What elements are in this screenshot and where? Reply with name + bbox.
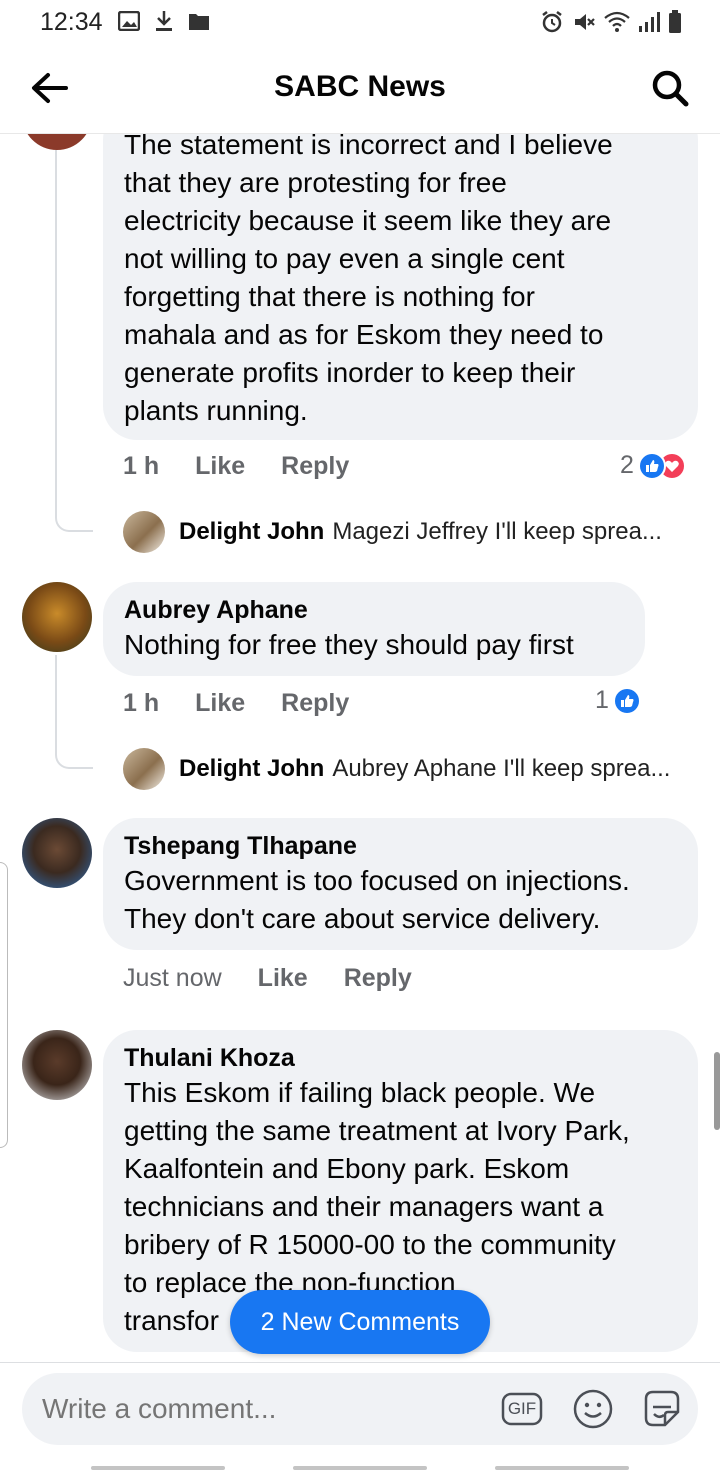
comment-line: mahala and as for Eskom they need to <box>124 319 604 350</box>
scroll-indicator <box>0 862 8 1148</box>
comment-line: getting the same treatment at Ivory Park… <box>124 1115 630 1146</box>
comment-meta: 1 h Like Reply <box>123 452 349 481</box>
comment-time[interactable]: Just now <box>123 964 222 993</box>
sticker-button[interactable] <box>640 1387 684 1431</box>
emoji-button[interactable] <box>571 1387 615 1431</box>
nav-back-button[interactable] <box>495 1466 629 1470</box>
reply-button[interactable]: Reply <box>281 452 349 481</box>
comment-time[interactable]: 1 h <box>123 689 159 718</box>
thread-elbow <box>55 510 93 532</box>
comment-line: that they are protesting for free <box>124 167 507 198</box>
like-button[interactable]: Like <box>258 964 308 993</box>
page-title: SABC News <box>274 70 446 103</box>
search-icon <box>652 70 689 107</box>
comment-text: Nothing for free they should pay first <box>124 626 625 664</box>
like-button[interactable]: Like <box>195 689 245 718</box>
reaction-summary[interactable]: 1 <box>595 686 641 715</box>
like-reaction-icon <box>637 451 666 480</box>
reply-snippet: Magezi Jeffrey I'll keep sprea... <box>332 518 662 545</box>
folder-icon <box>189 14 209 30</box>
comment-line: plants running. <box>124 395 308 426</box>
avatar <box>123 511 165 553</box>
reaction-count: 1 <box>595 686 609 714</box>
signal-icon <box>639 12 660 32</box>
download-icon <box>156 11 172 31</box>
nav-recents-button[interactable] <box>91 1466 225 1470</box>
comment-line: electricity because it seem like they ar… <box>124 205 612 236</box>
image-icon <box>118 11 140 31</box>
wifi-icon <box>604 11 630 32</box>
comment-bubble[interactable]: The statement is incorrect and I believe… <box>103 106 698 440</box>
comment-line: bribery of R 15000-00 to the community <box>124 1229 616 1260</box>
nav-home-button[interactable] <box>293 1466 427 1470</box>
comment-input[interactable] <box>42 1373 482 1445</box>
comment-text: Government is too focused on injections.… <box>124 862 678 938</box>
status-bar: 12:34 <box>0 0 720 44</box>
reply-preview[interactable]: Delight John Magezi Jeffrey I'll keep sp… <box>123 511 662 553</box>
comment-line: Kaalfontein and Ebony park. Eskom <box>124 1153 570 1184</box>
avatar <box>123 748 165 790</box>
avatar[interactable] <box>22 582 92 652</box>
reply-preview[interactable]: Delight John Aubrey Aphane I'll keep spr… <box>123 748 670 790</box>
thread-elbow <box>55 747 93 769</box>
avatar[interactable] <box>22 1030 92 1100</box>
reply-button[interactable]: Reply <box>344 964 412 993</box>
status-left-icons <box>118 10 210 32</box>
comment-composer-bar: GIF <box>0 1362 720 1456</box>
comment-text: The statement is incorrect and I believe… <box>124 126 678 430</box>
app-header: SABC News <box>0 44 720 134</box>
comment-meta: Just now Like Reply <box>123 964 412 993</box>
comment-author[interactable]: Aubrey Aphane <box>124 594 625 626</box>
reply-author: Delight John <box>179 518 325 545</box>
thread-line <box>55 655 57 747</box>
comment-bubble[interactable]: Tshepang Tlhapane Government is too focu… <box>103 818 698 950</box>
gif-label: GIF <box>507 1399 537 1418</box>
avatar[interactable] <box>22 818 92 888</box>
reaction-count: 2 <box>620 451 634 479</box>
new-comments-button[interactable]: 2 New Comments <box>230 1290 490 1354</box>
reaction-summary[interactable]: 2 <box>620 451 686 480</box>
alarm-icon <box>542 11 562 33</box>
status-time: 12:34 <box>40 8 103 36</box>
reply-author: Delight John <box>179 755 325 782</box>
comment-line: forgetting that there is nothing for <box>124 281 535 312</box>
gif-button[interactable]: GIF <box>500 1387 544 1431</box>
like-reaction-icon <box>612 686 641 715</box>
smiley-icon <box>573 1389 613 1429</box>
comment-author[interactable]: Thulani Khoza <box>124 1042 678 1074</box>
sticker-icon <box>644 1390 680 1427</box>
comment-line: They don't care about service delivery. <box>124 903 601 934</box>
system-nav-bar <box>0 1456 720 1480</box>
reply-snippet: Aubrey Aphane I'll keep sprea... <box>332 755 671 782</box>
status-right-icons <box>540 10 682 34</box>
comment-author[interactable]: Tshepang Tlhapane <box>124 830 678 862</box>
thread-line <box>55 150 57 510</box>
like-button[interactable]: Like <box>195 452 245 481</box>
battery-icon <box>669 10 681 33</box>
comment-line: generate profits inorder to keep their <box>124 357 576 388</box>
comment-line: not willing to pay even a single cent <box>124 243 565 274</box>
mute-icon <box>575 14 595 30</box>
comment-meta: 1 h Like Reply <box>123 689 349 718</box>
comment-line: Nothing for free they should pay first <box>124 629 574 660</box>
comment-bubble[interactable]: Aubrey Aphane Nothing for free they shou… <box>103 582 645 676</box>
comment-line: technicians and their managers want a <box>124 1191 604 1222</box>
comment-time[interactable]: 1 h <box>123 452 159 481</box>
scrollbar-thumb[interactable] <box>714 1052 720 1130</box>
reply-button[interactable]: Reply <box>281 689 349 718</box>
comment-line: This Eskom if failing black people. We <box>124 1077 596 1108</box>
comment-composer: GIF <box>22 1373 698 1445</box>
search-button[interactable] <box>648 66 692 110</box>
comment-line: Government is too focused on injections. <box>124 865 630 896</box>
